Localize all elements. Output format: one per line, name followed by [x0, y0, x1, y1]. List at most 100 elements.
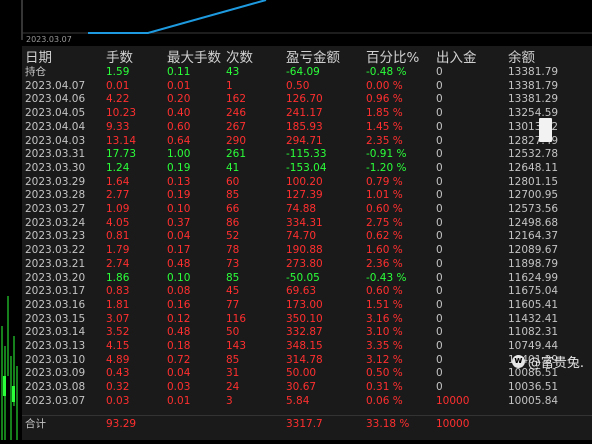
cell-date: 2023.03.24 — [25, 216, 86, 229]
cell-date: 2023.03.27 — [25, 203, 86, 215]
cell-date: 2023.03.28 — [25, 189, 86, 202]
cell-max_lots: 0.08 — [167, 285, 191, 298]
cell-count: 290 — [226, 134, 247, 147]
cell-count: 52 — [226, 230, 240, 243]
cell-date: 2023.03.10 — [25, 353, 86, 366]
table-row: 2023.03.15 3.07 0.12 116 350.10 3.16 % 0 11432.… — [22, 313, 592, 325]
price-chart[interactable]: 2023.03.07 — [0, 0, 592, 46]
cell-max_lots: 0.19 — [167, 189, 191, 202]
cell-flow: 0 — [436, 120, 443, 133]
cell-max_lots: 0.03 — [167, 381, 191, 394]
cell-lots: 4.05 — [106, 216, 130, 229]
cell-pct: 0.00 % — [366, 79, 403, 92]
cell-count: 143 — [226, 340, 247, 352]
cell-count: 85 — [226, 271, 240, 284]
cell-pct: 1.51 % — [366, 298, 403, 311]
cell-pct: 0.31 % — [366, 381, 403, 394]
cell-lots: 1.81 — [106, 298, 130, 311]
table-row: 2023.03.28 2.77 0.19 85 127.39 1.01 % 0 12700.9… — [22, 189, 592, 201]
cell-pct: 2.36 % — [366, 257, 403, 270]
cell-date: 2023.03.31 — [25, 148, 86, 161]
cell-pnl: -64.09 — [286, 66, 320, 78]
header-balance: 余额 — [508, 50, 535, 66]
cell-pnl: 334.31 — [286, 216, 323, 229]
daily-stats-table[interactable]: 日期 手数 最大手数 次数 盈亏金额 百分比% 出入金 余额 持仓 1.59 0.1… — [22, 46, 592, 440]
cell-pct: 2.35 % — [366, 134, 403, 147]
cell-count: 77 — [226, 298, 240, 311]
total-cash-flow: 10000 — [436, 418, 470, 430]
cell-pct: 3.35 % — [366, 340, 403, 352]
total-label: 合计 — [25, 418, 46, 430]
cell-pnl: 126.70 — [286, 93, 323, 106]
table-row: 2023.03.29 1.64 0.13 60 100.20 0.79 % 0 12801.1… — [22, 176, 592, 188]
scrollbar-thumb[interactable] — [539, 118, 552, 142]
cell-pnl: 332.87 — [286, 326, 323, 339]
cell-flow: 0 — [436, 216, 443, 229]
cell-date: 2023.03.09 — [25, 367, 86, 380]
cell-balance: 12089.67 — [508, 244, 559, 257]
table-row: 2023.03.31 17.73 1.00 261 -115.33 -0.91 % 0 125… — [22, 148, 592, 160]
cell-pct: -0.48 % — [366, 66, 407, 78]
cell-max_lots: 0.37 — [167, 216, 191, 229]
cell-count: 162 — [226, 93, 247, 106]
cell-count: 24 — [226, 381, 240, 394]
candle-body — [3, 376, 6, 396]
header-count: 次数 — [226, 50, 253, 66]
cell-pnl: -153.04 — [286, 161, 327, 174]
cell-lots: 2.77 — [106, 189, 130, 202]
table-row: 2023.03.16 1.81 0.16 77 173.00 1.51 % 0 11605.4… — [22, 299, 592, 311]
cell-balance: 10749.44 — [508, 340, 559, 352]
position-row: 持仓 1.59 0.11 43 -64.09 -0.48 % 0 13381.79 — [22, 66, 592, 78]
header-lots: 手数 — [106, 50, 133, 66]
cell-lots: 13.14 — [106, 134, 137, 147]
cell-flow: 0 — [436, 257, 443, 270]
cell-flow: 0 — [436, 79, 443, 92]
cell-lots: 3.07 — [106, 312, 130, 325]
total-percent: 33.18 % — [366, 418, 410, 430]
cell-pnl: 74.88 — [286, 203, 317, 215]
cell-pct: 3.12 % — [366, 353, 403, 366]
cell-count: 116 — [226, 312, 247, 325]
cell-date: 2023.03.14 — [25, 326, 86, 339]
cell-pct: 0.62 % — [366, 230, 403, 243]
cell-max_lots: 0.01 — [167, 79, 191, 92]
cell-pnl: -50.05 — [286, 271, 320, 284]
cell-flow: 0 — [436, 312, 443, 325]
cell-flow: 10000 — [436, 394, 470, 407]
cell-flow: 0 — [436, 353, 443, 366]
cell-flow: 0 — [436, 189, 443, 202]
cell-pct: 0.06 % — [366, 394, 403, 407]
cell-lots: 4.22 — [106, 93, 130, 106]
cell-flow: 0 — [436, 271, 443, 284]
cell-lots: 9.33 — [106, 120, 130, 133]
cell-max_lots: 0.10 — [167, 203, 191, 215]
cell-pct: 1.45 % — [366, 120, 403, 133]
cell-date: 2023.03.23 — [25, 230, 86, 243]
cell-count: 45 — [226, 285, 240, 298]
cell-max_lots: 0.60 — [167, 120, 191, 133]
cell-pnl: 5.84 — [286, 394, 310, 407]
cell-pnl: 190.88 — [286, 244, 323, 257]
cell-flow: 0 — [436, 285, 443, 298]
cell-lots: 0.81 — [106, 230, 130, 243]
cell-pct: 1.01 % — [366, 189, 403, 202]
cell-pnl: 348.15 — [286, 340, 323, 352]
cell-lots: 17.73 — [106, 148, 137, 161]
cell-pnl: 74.70 — [286, 230, 317, 243]
table-row: 2023.03.08 0.32 0.03 24 30.67 0.31 % 0 10036.51 — [22, 381, 592, 393]
cell-count: 261 — [226, 148, 247, 161]
cell-pct: -0.43 % — [366, 271, 407, 284]
cell-date: 持仓 — [25, 66, 46, 78]
cell-flow: 0 — [436, 230, 443, 243]
cell-pct: 0.96 % — [366, 93, 403, 106]
cell-date: 2023.03.17 — [25, 285, 86, 298]
cell-pct: 2.75 % — [366, 216, 403, 229]
cell-pnl: 241.17 — [286, 107, 323, 120]
cell-lots: 4.89 — [106, 353, 130, 366]
cell-count: 60 — [226, 175, 240, 188]
table-row: 2023.03.09 0.43 0.04 31 50.00 0.50 % 0 10086.51 — [22, 367, 592, 379]
cell-max_lots: 0.40 — [167, 107, 191, 120]
table-row: 2023.03.10 4.89 0.72 85 314.78 3.12 % 0 10401.2… — [22, 354, 592, 366]
table-row: 2023.04.06 4.22 0.20 162 126.70 0.96 % 0 13381.… — [22, 93, 592, 105]
cell-lots: 2.74 — [106, 257, 130, 270]
